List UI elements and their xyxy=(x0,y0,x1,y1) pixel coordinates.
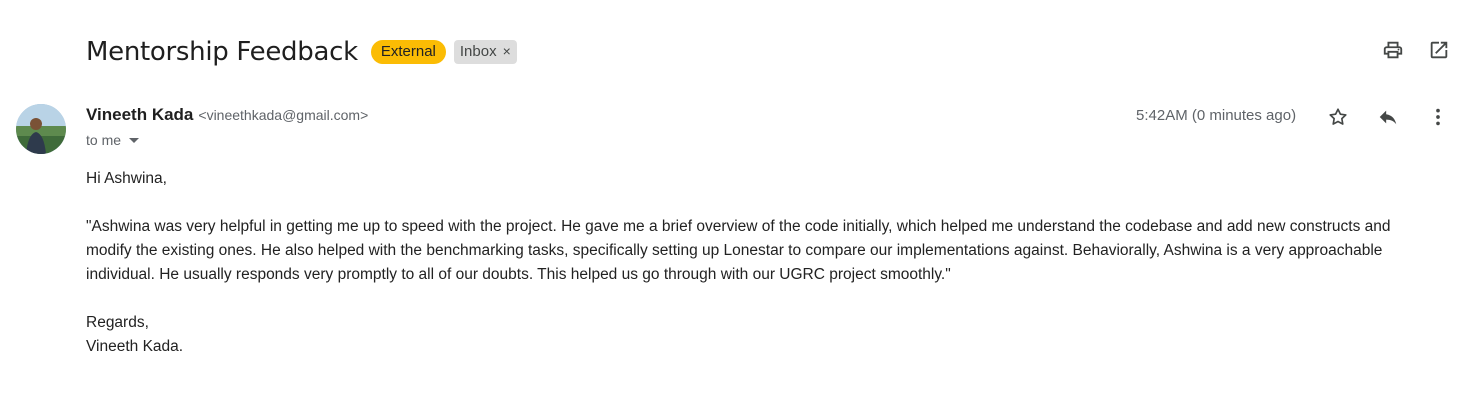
thread-toolbar xyxy=(1381,38,1451,62)
message-actions xyxy=(1326,105,1450,129)
remove-label-icon[interactable]: × xyxy=(503,43,511,60)
inbox-label[interactable]: Inbox × xyxy=(453,40,517,64)
greeting: Hi Ashwina, xyxy=(86,170,167,187)
recipient-details-toggle[interactable]: to me xyxy=(86,132,140,148)
sender-avatar[interactable] xyxy=(16,104,66,154)
closing: Regards, xyxy=(86,314,149,331)
star-icon[interactable] xyxy=(1326,105,1350,129)
message-body: Hi Ashwina, "Ashwina was very helpful in… xyxy=(86,167,1436,359)
sender-line: Vineeth Kada <vineethkada@gmail.com> xyxy=(86,105,368,125)
email-subject: Mentorship Feedback xyxy=(86,37,358,67)
external-label: External xyxy=(370,40,446,64)
recipient-text: to me xyxy=(86,132,122,148)
reply-icon[interactable] xyxy=(1376,105,1400,129)
subject-header: Mentorship Feedback External Inbox × xyxy=(86,34,517,70)
open-in-new-icon[interactable] xyxy=(1427,38,1451,62)
feedback-paragraph: "Ashwina was very helpful in getting me … xyxy=(86,218,1391,283)
inbox-label-text: Inbox xyxy=(459,43,497,60)
signature: Vineeth Kada. xyxy=(86,338,184,355)
message-timestamp: 5:42AM (0 minutes ago) xyxy=(1136,107,1297,124)
sender-name[interactable]: Vineeth Kada xyxy=(86,105,193,125)
print-icon[interactable] xyxy=(1381,38,1405,62)
more-vert-icon[interactable] xyxy=(1426,105,1450,129)
chevron-down-icon[interactable] xyxy=(129,137,140,143)
sender-email: <vineethkada@gmail.com> xyxy=(198,107,369,123)
